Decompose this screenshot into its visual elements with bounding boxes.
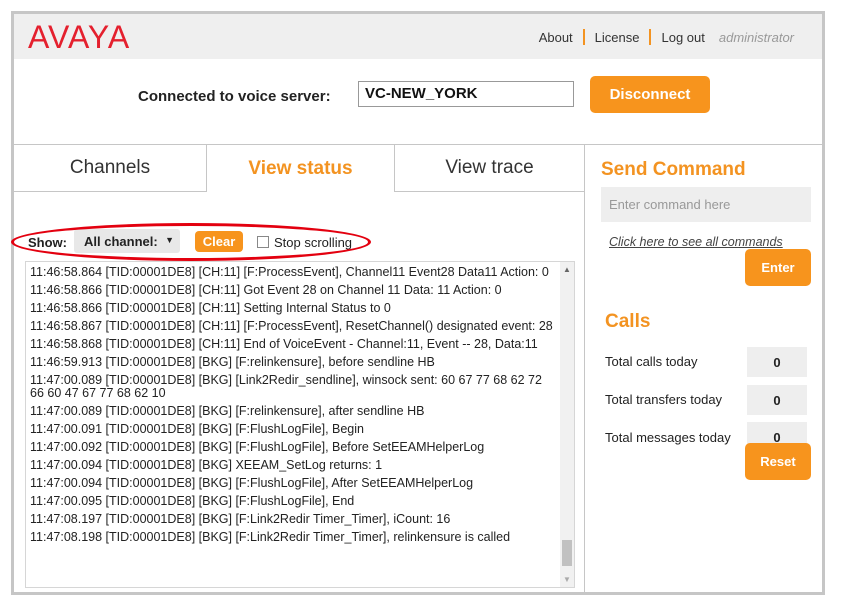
reset-button[interactable]: Reset (745, 443, 811, 480)
status-log[interactable]: 11:46:58.864 [TID:00001DE8] [CH:11] [F:P… (25, 261, 575, 588)
log-line: 11:46:58.866 [TID:00001DE8] [CH:11] Sett… (30, 301, 391, 315)
side-panel: Send Command Enter command here Click he… (584, 145, 822, 595)
connection-label: Connected to voice server: (138, 88, 331, 105)
license-link[interactable]: License (595, 30, 640, 45)
nav-divider (649, 29, 652, 45)
log-line: 11:46:58.868 [TID:00001DE8] [CH:11] End … (30, 337, 538, 351)
total-transfers-label: Total transfers today (605, 392, 723, 407)
channel-select-value: All channel: (84, 233, 158, 249)
current-user: administrator (718, 29, 794, 45)
log-line: 11:47:00.095 [TID:00001DE8] [BKG] [F:Flu… (30, 494, 355, 508)
send-command-title: Send Command (601, 159, 746, 180)
server-name-field[interactable]: VC-NEW_YORK (358, 81, 574, 107)
log-line: 11:46:59.913 [TID:00001DE8] [BKG] [F:rel… (30, 355, 435, 369)
log-lines: 11:46:58.864 [TID:00001DE8] [CH:11] [F:P… (30, 266, 558, 549)
filter-bar: Show: All channel: ▼ Clear Stop scrollin… (11, 223, 584, 261)
show-label: Show: (28, 235, 67, 250)
disconnect-button[interactable]: Disconnect (590, 76, 710, 113)
about-link[interactable]: About (539, 30, 573, 45)
stop-scrolling-checkbox[interactable] (257, 236, 269, 248)
tab-view-trace[interactable]: View trace (395, 145, 584, 192)
logout-link[interactable]: Log out (661, 30, 704, 45)
log-line: 11:46:58.864 [TID:00001DE8] [CH:11] [F:P… (30, 265, 549, 279)
top-header: AVAYA About License Log out administrato… (14, 14, 822, 59)
total-calls-label: Total calls today (605, 354, 698, 369)
scroll-thumb[interactable] (562, 540, 572, 566)
tab-channels[interactable]: Channels (14, 145, 206, 192)
chevron-down-icon: ▼ (165, 235, 174, 245)
log-line: 11:47:00.092 [TID:00001DE8] [BKG] [F:Flu… (30, 440, 485, 454)
scroll-down-icon[interactable]: ▼ (563, 575, 571, 584)
total-messages-label: Total messages today (605, 430, 731, 445)
log-scrollbar[interactable]: ▲ ▼ (560, 262, 574, 587)
log-line: 11:47:00.089 [TID:00001DE8] [BKG] [Link2… (30, 373, 542, 400)
all-commands-link[interactable]: Click here to see all commands (609, 235, 783, 249)
avaya-logo: AVAYA (28, 19, 131, 55)
channel-select[interactable]: All channel: ▼ (74, 229, 180, 253)
top-nav: About License Log out administrator (539, 29, 794, 45)
log-line: 11:46:58.866 [TID:00001DE8] [CH:11] Got … (30, 283, 502, 297)
app-frame: AVAYA About License Log out administrato… (11, 11, 825, 595)
tab-bar: Channels View status View trace (14, 145, 584, 192)
log-line: 11:47:00.094 [TID:00001DE8] [BKG] [F:Flu… (30, 476, 474, 490)
calls-title: Calls (605, 311, 651, 332)
status-pane: Channels View status View trace Show: Al… (11, 145, 584, 595)
log-line: 11:47:00.091 [TID:00001DE8] [BKG] [F:Flu… (30, 422, 364, 436)
tab-view-status[interactable]: View status (206, 145, 395, 192)
connection-row: Connected to voice server: VC-NEW_YORK D… (14, 76, 822, 116)
total-transfers-value: 0 (747, 385, 807, 415)
log-line: 11:47:08.198 [TID:00001DE8] [BKG] [F:Lin… (30, 530, 511, 544)
scroll-up-icon[interactable]: ▲ (563, 265, 571, 274)
stop-scrolling-label: Stop scrolling (274, 235, 353, 250)
command-input[interactable]: Enter command here (601, 187, 811, 222)
total-calls-value: 0 (747, 347, 807, 377)
clear-button[interactable]: Clear (195, 231, 243, 252)
nav-divider (582, 29, 585, 45)
enter-button[interactable]: Enter (745, 249, 811, 286)
log-line: 11:46:58.867 [TID:00001DE8] [CH:11] [F:P… (30, 319, 553, 333)
log-line: 11:47:08.197 [TID:00001DE8] [BKG] [F:Lin… (30, 512, 451, 526)
log-line: 11:47:00.089 [TID:00001DE8] [BKG] [F:rel… (30, 404, 425, 418)
log-line: 11:47:00.094 [TID:00001DE8] [BKG] XEEAM_… (30, 458, 383, 472)
